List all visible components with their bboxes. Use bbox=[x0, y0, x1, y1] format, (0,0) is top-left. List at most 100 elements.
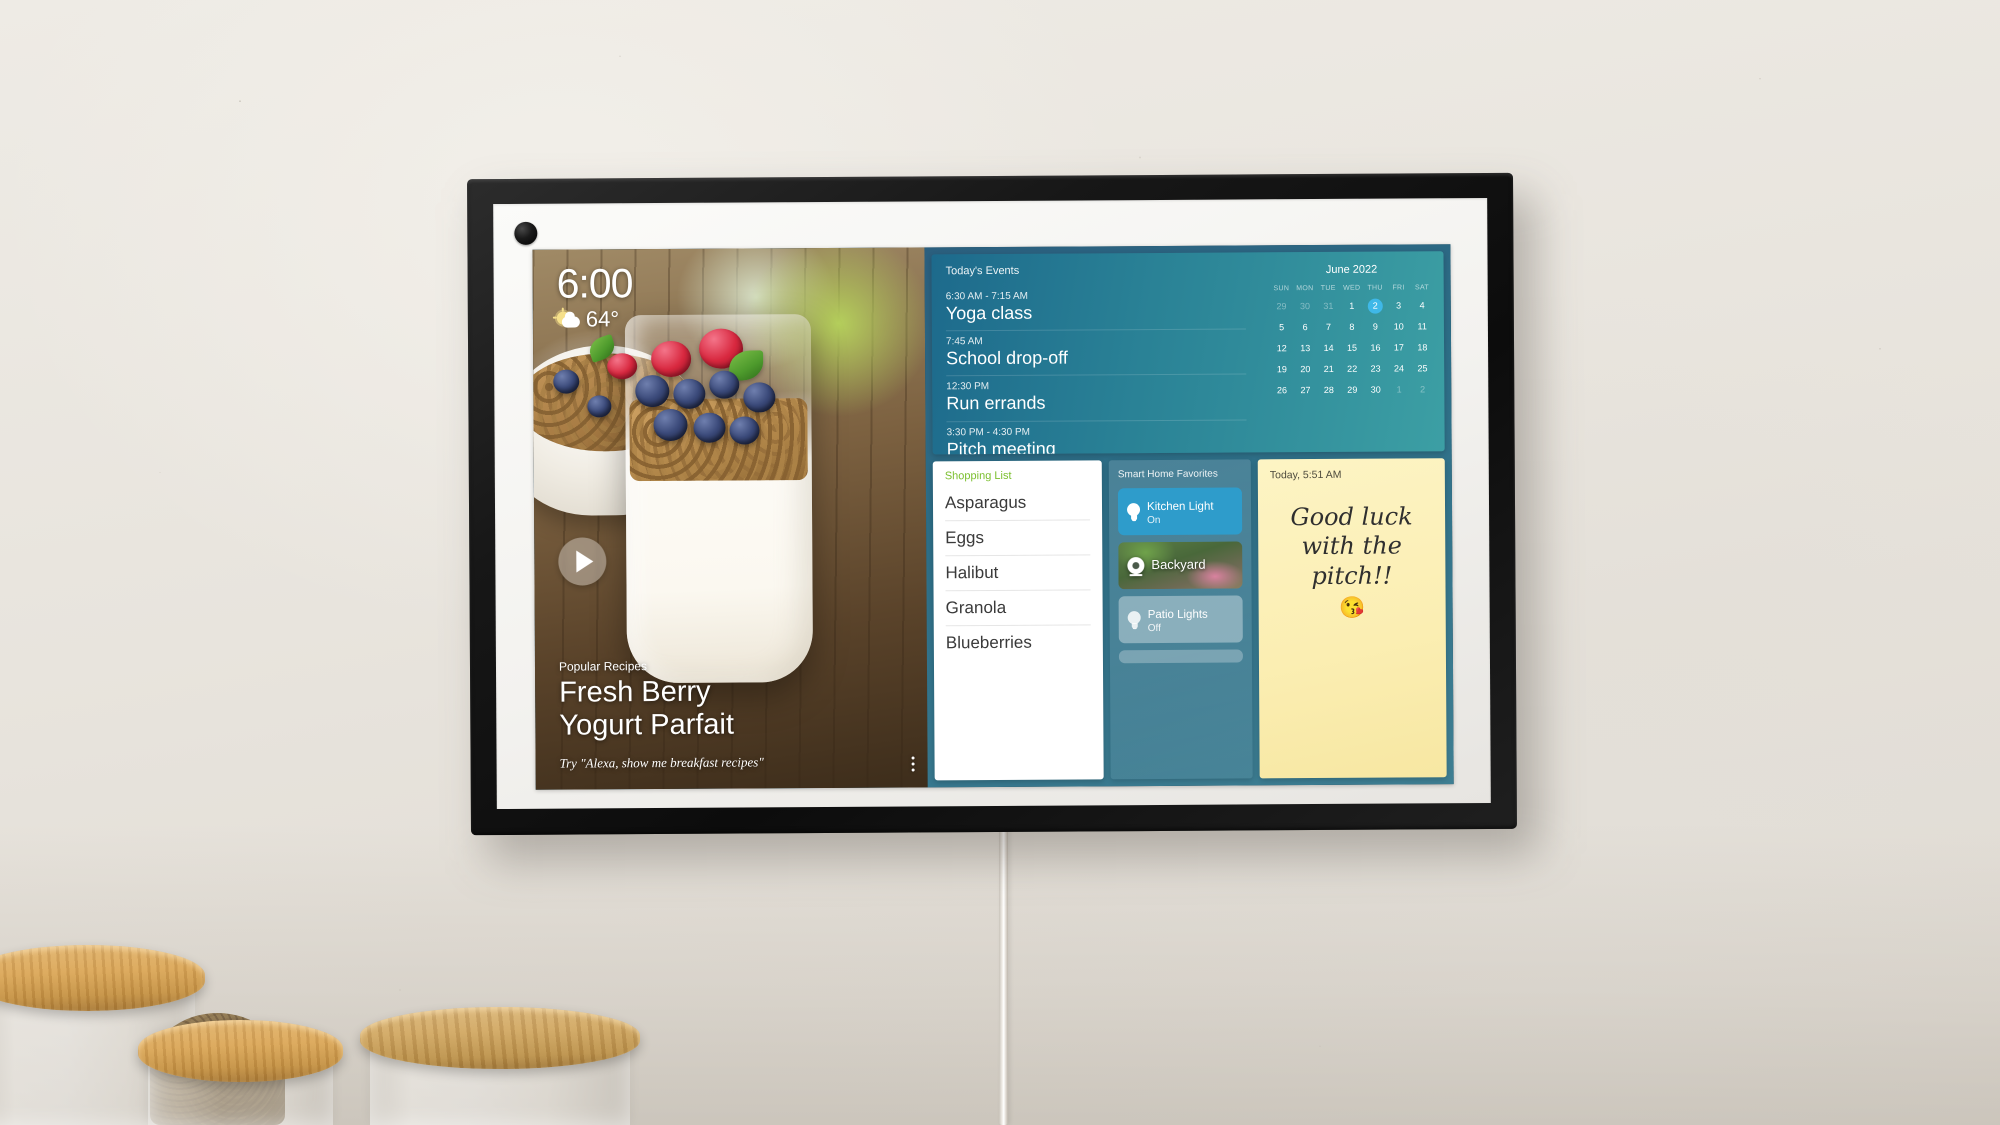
lightbulb-icon bbox=[1126, 502, 1141, 521]
calendar-day[interactable]: 4 bbox=[1410, 298, 1434, 312]
calendar-weekday: MON bbox=[1296, 285, 1314, 293]
calendar-weekday: THU bbox=[1367, 284, 1383, 292]
display-screen: 6:00 64° Popular Recipes Fresh Berry Yog… bbox=[532, 244, 1454, 790]
camera-icon bbox=[1127, 556, 1145, 577]
calendar-day[interactable]: 13 bbox=[1293, 341, 1317, 355]
calendar-widget[interactable]: June 2022 SUN MON TUE WED THU FRI SAT 29… bbox=[1259, 251, 1444, 452]
bottom-widget-row: Shopping List Asparagus Eggs Halibut Gra… bbox=[932, 458, 1447, 787]
list-item[interactable]: Asparagus bbox=[944, 485, 1091, 522]
calendar-day[interactable]: 30 bbox=[1364, 383, 1388, 397]
smart-home-tile-partial[interactable] bbox=[1118, 649, 1243, 664]
alexa-prompt: Try "Alexa, show me breakfast recipes" bbox=[559, 754, 764, 771]
calendar-day[interactable]: 31 bbox=[1317, 299, 1341, 313]
calendar-day[interactable]: 20 bbox=[1294, 362, 1318, 376]
events-card[interactable]: Today's Events 6:30 AM - 7:15 AM Yoga cl… bbox=[931, 251, 1445, 455]
kebab-menu-icon[interactable] bbox=[911, 756, 915, 772]
calendar-weekday: TUE bbox=[1320, 284, 1336, 292]
calendar-day[interactable]: 26 bbox=[1270, 383, 1294, 397]
calendar-day[interactable]: 28 bbox=[1317, 383, 1341, 397]
note-line-2: with the bbox=[1301, 531, 1402, 561]
calendar-day[interactable]: 2 bbox=[1411, 382, 1435, 396]
smart-home-tile-patio-lights[interactable]: Patio Lights Off bbox=[1118, 595, 1243, 644]
calendar-day[interactable]: 12 bbox=[1270, 341, 1294, 355]
clock-widget[interactable]: 6:00 64° bbox=[556, 260, 633, 333]
glass-jar-medium bbox=[360, 1007, 640, 1125]
calendar-day[interactable]: 19 bbox=[1270, 362, 1294, 376]
calendar-day[interactable]: 24 bbox=[1387, 361, 1411, 375]
calendar-day[interactable]: 8 bbox=[1340, 320, 1364, 334]
calendar-day[interactable]: 3 bbox=[1387, 298, 1411, 312]
calendar-day[interactable]: 17 bbox=[1387, 340, 1411, 354]
temperature-value: 64° bbox=[585, 306, 620, 332]
list-item[interactable]: Blueberries bbox=[946, 625, 1091, 660]
event-time: 7:45 AM bbox=[945, 336, 983, 348]
parfait-glass bbox=[624, 314, 814, 684]
calendar-weekday: WED bbox=[1343, 284, 1361, 292]
device-name: Kitchen Light bbox=[1146, 500, 1214, 514]
event-row[interactable]: 3:30 PM - 4:30 PM Pitch meeting bbox=[946, 420, 1246, 454]
glass-jar-small bbox=[138, 1013, 343, 1125]
calendar-day[interactable]: 27 bbox=[1294, 383, 1318, 397]
note-line-3: pitch!! bbox=[1311, 561, 1393, 590]
blueberry bbox=[635, 374, 670, 408]
lightbulb-icon bbox=[1127, 610, 1141, 629]
wood-lid bbox=[360, 1007, 640, 1069]
cork-lid bbox=[138, 1020, 343, 1082]
calendar-day[interactable]: 7 bbox=[1317, 320, 1341, 334]
event-time: 3:30 PM - 4:30 PM bbox=[946, 426, 1030, 438]
raspberry bbox=[607, 353, 638, 380]
calendar-day[interactable]: 29 bbox=[1341, 383, 1365, 397]
calendar-day[interactable]: 1 bbox=[1387, 382, 1411, 396]
play-icon[interactable] bbox=[558, 537, 607, 586]
calendar-day[interactable]: 10 bbox=[1387, 319, 1411, 333]
list-item[interactable]: Halibut bbox=[945, 555, 1091, 592]
sticky-note-card[interactable]: Today, 5:51 AM Good luck with the pitch!… bbox=[1257, 458, 1447, 779]
event-name: Pitch meeting bbox=[946, 438, 1056, 455]
smart-display-device: 6:00 64° Popular Recipes Fresh Berry Yog… bbox=[467, 172, 1540, 862]
calendar-day[interactable]: 9 bbox=[1364, 320, 1388, 334]
calendar-day[interactable]: 25 bbox=[1411, 361, 1435, 375]
calendar-day[interactable]: 23 bbox=[1364, 362, 1388, 376]
smart-home-card[interactable]: Smart Home Favorites Kitchen Light On Ba… bbox=[1108, 459, 1253, 780]
calendar-day[interactable]: 22 bbox=[1340, 362, 1364, 376]
event-row[interactable]: 6:30 AM - 7:15 AM Yoga class bbox=[945, 284, 1246, 332]
raspberry bbox=[650, 340, 692, 378]
smart-home-tile-backyard[interactable]: Backyard bbox=[1118, 541, 1243, 590]
smart-home-tile-kitchen-light[interactable]: Kitchen Light On bbox=[1117, 487, 1243, 536]
calendar-weekday: FRI bbox=[1392, 284, 1405, 292]
calendar-day[interactable]: 15 bbox=[1340, 341, 1364, 355]
calendar-day[interactable]: 18 bbox=[1411, 340, 1435, 354]
sun-behind-cloud-icon bbox=[556, 311, 580, 328]
calendar-day[interactable]: 29 bbox=[1270, 299, 1294, 313]
calendar-day[interactable]: 14 bbox=[1317, 341, 1341, 355]
calendar-day[interactable]: 1 bbox=[1340, 299, 1364, 313]
camera-dot-icon bbox=[514, 221, 538, 245]
calendar-day[interactable]: 6 bbox=[1293, 320, 1317, 334]
events-heading: Today's Events bbox=[945, 264, 1020, 278]
shopping-list-card[interactable]: Shopping List Asparagus Eggs Halibut Gra… bbox=[932, 460, 1104, 781]
power-cord bbox=[999, 826, 1008, 1125]
event-time: 6:30 AM - 7:15 AM bbox=[945, 290, 1029, 303]
calendar-day[interactable]: 11 bbox=[1410, 319, 1434, 333]
widget-area: Today's Events 6:30 AM - 7:15 AM Yoga cl… bbox=[924, 244, 1454, 788]
event-row[interactable]: 12:30 PM Run errands bbox=[946, 374, 1247, 422]
events-list[interactable]: Today's Events 6:30 AM - 7:15 AM Yoga cl… bbox=[931, 252, 1260, 454]
event-row[interactable]: 7:45 AM School drop-off bbox=[945, 329, 1247, 377]
recipe-photo-panel[interactable]: 6:00 64° Popular Recipes Fresh Berry Yog… bbox=[532, 247, 928, 790]
calendar-grid: SUN MON TUE WED THU FRI SAT bbox=[1270, 284, 1434, 292]
calendar-day[interactable]: 30 bbox=[1293, 299, 1317, 313]
calendar-days[interactable]: 29 30 31 1 2 3 4 5 6 7 8 9 10 11 12 13 14 15 16 17 18 19 20 21 2… bbox=[1270, 298, 1435, 397]
calendar-day[interactable]: 5 bbox=[1270, 320, 1294, 334]
calendar-day[interactable]: 16 bbox=[1364, 341, 1388, 355]
note-line-1: Good luck bbox=[1290, 502, 1413, 532]
list-item[interactable]: Eggs bbox=[945, 520, 1091, 557]
note-emoji: 😘 bbox=[1338, 596, 1366, 620]
blueberry bbox=[743, 382, 776, 413]
calendar-day[interactable]: 21 bbox=[1317, 362, 1341, 376]
blueberry bbox=[553, 369, 580, 394]
calendar-day-today[interactable]: 2 bbox=[1363, 298, 1387, 314]
blueberry bbox=[653, 408, 688, 442]
list-item[interactable]: Granola bbox=[945, 590, 1091, 627]
cork-lid bbox=[0, 945, 205, 1011]
clock-time: 6:00 bbox=[556, 260, 633, 307]
